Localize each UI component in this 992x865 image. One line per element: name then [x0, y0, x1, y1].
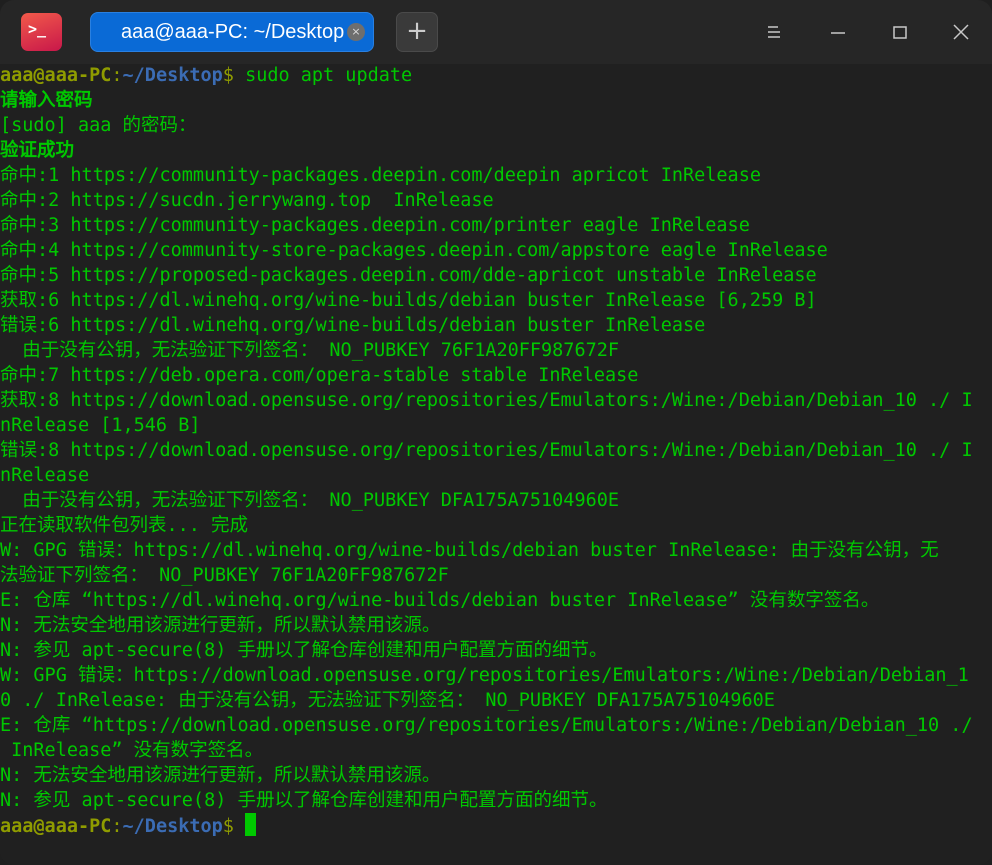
output-text: 获取:8 https://download.opensuse.org/repos… — [0, 390, 973, 411]
output-line: 错误:6 https://dl.winehq.org/wine-builds/d… — [0, 313, 992, 338]
output-line: E: 仓库 “https://dl.winehq.org/wine-builds… — [0, 588, 992, 613]
output-text: 0 ./ InRelease: 由于没有公钥，无法验证下列签名： NO_PUBK… — [0, 690, 775, 711]
cursor — [245, 813, 257, 836]
output-text: 验证成功 — [0, 140, 75, 161]
output-line: W: GPG 错误：https://dl.winehq.org/wine-bui… — [0, 538, 992, 563]
output-text: N: 参见 apt-secure(8) 手册以了解仓库创建和用户配置方面的细节。 — [0, 640, 608, 661]
new-tab-button[interactable]: + — [396, 12, 438, 52]
tab-title: aaa@aaa-PC: ~/Desktop — [121, 21, 345, 43]
prompt-colon: : — [111, 816, 123, 837]
output-line: 由于没有公钥，无法验证下列签名： NO_PUBKEY DFA175A751049… — [0, 488, 992, 513]
output-text: E: 仓库 “https://download.opensuse.org/rep… — [0, 715, 973, 736]
output-line: E: 仓库 “https://download.opensuse.org/rep… — [0, 713, 992, 738]
output-line: 法验证下列签名： NO_PUBKEY 76F1A20FF987672F — [0, 563, 992, 588]
output-line: W: GPG 错误：https://download.opensuse.org/… — [0, 663, 992, 688]
output-text: [sudo] aaa 的密码： — [0, 115, 197, 136]
output-text: 正在读取软件包列表... 完成 — [0, 515, 249, 536]
output-text: 命中:7 https://deb.opera.com/opera-stable … — [0, 365, 639, 386]
output-line: N: 参见 apt-secure(8) 手册以了解仓库创建和用户配置方面的细节。 — [0, 638, 992, 663]
output-line: 0 ./ InRelease: 由于没有公钥，无法验证下列签名： NO_PUBK… — [0, 688, 992, 713]
output-text: N: 无法安全地用该源进行更新，所以默认禁用该源。 — [0, 765, 441, 786]
output-text: N: 无法安全地用该源进行更新，所以默认禁用该源。 — [0, 615, 441, 636]
output-text: 错误:6 https://dl.winehq.org/wine-builds/d… — [0, 315, 706, 336]
output-text: 命中:5 https://proposed-packages.deepin.co… — [0, 265, 817, 286]
output-line: 获取:8 https://download.opensuse.org/repos… — [0, 388, 992, 413]
output-text: 由于没有公钥，无法验证下列签名： NO_PUBKEY 76F1A20FF9876… — [0, 340, 620, 361]
output-text: 命中:2 https://sucdn.jerrywang.top InRelea… — [0, 190, 494, 211]
output-text: 获取:6 https://dl.winehq.org/wine-builds/d… — [0, 290, 817, 311]
prompt-user: aaa@aaa-PC — [0, 816, 112, 837]
output-line: 正在读取软件包列表... 完成 — [0, 513, 992, 538]
prompt-user: aaa@aaa-PC — [0, 65, 112, 86]
output-text: 命中:3 https://community-packages.deepin.c… — [0, 215, 750, 236]
prompt-dollar: $ — [222, 65, 246, 86]
title-bar: >_ aaa@aaa-PC: ~/Desktop × + — [0, 0, 992, 64]
output-line: 获取:6 https://dl.winehq.org/wine-builds/d… — [0, 288, 992, 313]
output-line: [sudo] aaa 的密码： — [0, 113, 992, 138]
command-text: sudo apt update — [245, 65, 413, 86]
output-line: 验证成功 — [0, 138, 992, 163]
output-line: nRelease [1,546 B] — [0, 413, 992, 438]
output-line: N: 无法安全地用该源进行更新，所以默认禁用该源。 — [0, 613, 992, 638]
output-text: 命中:1 https://community-packages.deepin.c… — [0, 165, 761, 186]
output-text: 命中:4 https://community-store-packages.de… — [0, 240, 828, 261]
output-text: nRelease — [0, 465, 90, 486]
prompt-path: ~/Desktop — [122, 816, 223, 837]
terminal-icon[interactable]: >_ — [21, 13, 62, 51]
prompt-line: aaa@aaa-PC:~/Desktop$ sudo apt update — [0, 63, 992, 88]
output-line: 命中:5 https://proposed-packages.deepin.co… — [0, 263, 992, 288]
prompt-path: ~/Desktop — [122, 65, 223, 86]
terminal-icon-glyph: >_ — [28, 20, 47, 38]
output-line: 请输入密码 — [0, 88, 992, 113]
terminal-window: >_ aaa@aaa-PC: ~/Desktop × + aaa@aaa-PC:… — [0, 0, 992, 865]
output-text: 由于没有公钥，无法验证下列签名： NO_PUBKEY DFA175A751049… — [0, 490, 620, 511]
terminal-output[interactable]: aaa@aaa-PC:~/Desktop$ sudo apt update 请输入… — [0, 63, 992, 838]
output-line: 由于没有公钥，无法验证下列签名： NO_PUBKEY 76F1A20FF9876… — [0, 338, 992, 363]
output-line: 命中:3 https://community-packages.deepin.c… — [0, 213, 992, 238]
tab-desktop[interactable]: aaa@aaa-PC: ~/Desktop × — [90, 12, 374, 52]
output-line: 命中:4 https://community-store-packages.de… — [0, 238, 992, 263]
output-line: InRelease” 没有数字签名。 — [0, 738, 992, 763]
output-line: N: 参见 apt-secure(8) 手册以了解仓库创建和用户配置方面的细节。 — [0, 788, 992, 813]
maximize-icon[interactable] — [888, 20, 912, 44]
prompt-dollar: $ — [222, 816, 246, 837]
output-text: InRelease” 没有数字签名。 — [0, 740, 264, 761]
output-line: N: 无法安全地用该源进行更新，所以默认禁用该源。 — [0, 763, 992, 788]
close-icon[interactable] — [949, 20, 973, 44]
output-text: 错误:8 https://download.opensuse.org/repos… — [0, 440, 973, 461]
output-text: 法验证下列签名： NO_PUBKEY 76F1A20FF987672F — [0, 565, 449, 586]
output-line: 命中:1 https://community-packages.deepin.c… — [0, 163, 992, 188]
output-text: 请输入密码 — [0, 90, 93, 111]
output-text: E: 仓库 “https://dl.winehq.org/wine-builds… — [0, 590, 880, 611]
output-text: W: GPG 错误：https://download.opensuse.org/… — [0, 665, 969, 686]
output-text: W: GPG 错误：https://dl.winehq.org/wine-bui… — [0, 540, 939, 561]
output-line: nRelease — [0, 463, 992, 488]
tab-close-icon[interactable]: × — [347, 23, 365, 41]
output-text: nRelease [1,546 B] — [0, 415, 201, 436]
prompt-line: aaa@aaa-PC:~/Desktop$ — [0, 813, 992, 838]
output-line: 命中:2 https://sucdn.jerrywang.top InRelea… — [0, 188, 992, 213]
prompt-colon: : — [111, 65, 123, 86]
output-text: N: 参见 apt-secure(8) 手册以了解仓库创建和用户配置方面的细节。 — [0, 790, 608, 811]
menu-icon[interactable] — [762, 20, 786, 44]
minimize-icon[interactable] — [826, 20, 850, 44]
output-line: 错误:8 https://download.opensuse.org/repos… — [0, 438, 992, 463]
output-line: 命中:7 https://deb.opera.com/opera-stable … — [0, 363, 992, 388]
